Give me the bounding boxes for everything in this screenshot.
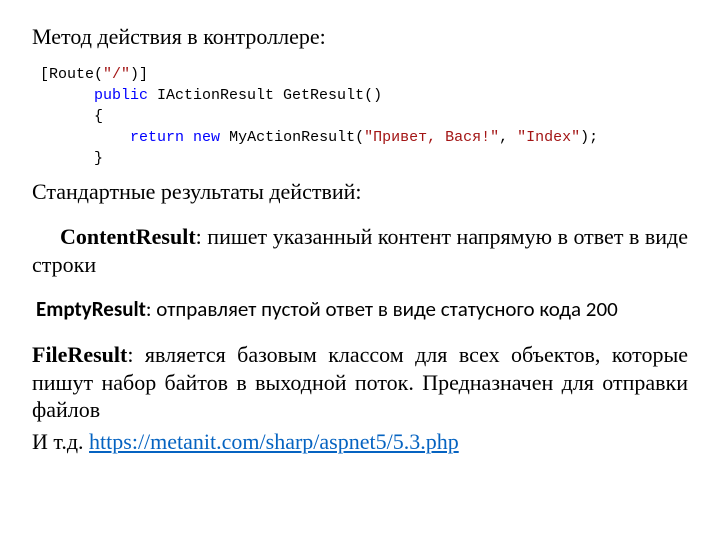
term-empty-result: EmptyResult bbox=[36, 296, 146, 322]
term-content-result: ContentResult bbox=[60, 224, 196, 249]
term-file-result: FileResult bbox=[32, 342, 127, 367]
file-result-text: : является базовым классом для всех объе… bbox=[32, 342, 688, 422]
code-text: } bbox=[40, 150, 103, 167]
etc-prefix: И т.д. bbox=[32, 429, 89, 454]
code-string: "Привет, Вася!" bbox=[364, 129, 499, 146]
code-text: [Route( bbox=[40, 66, 103, 83]
code-text bbox=[184, 129, 193, 146]
code-indent bbox=[40, 87, 94, 104]
etc-line: И т.д. https://metanit.com/sharp/aspnet5… bbox=[32, 428, 688, 456]
empty-result-paragraph: EmptyResult: отправляет пустой ответ в в… bbox=[36, 296, 682, 323]
file-result-paragraph: FileResult: является базовым классом для… bbox=[32, 341, 688, 424]
code-string: "Index" bbox=[517, 129, 580, 146]
code-text: )] bbox=[130, 66, 148, 83]
code-text: IActionResult GetResult() bbox=[148, 87, 382, 104]
code-block: [Route("/")] public IActionResult GetRes… bbox=[40, 64, 688, 169]
code-text: { bbox=[40, 108, 103, 125]
code-keyword: return bbox=[130, 129, 184, 146]
code-string: "/" bbox=[103, 66, 130, 83]
empty-result-text: : отправляет пустой ответ в виде статусн… bbox=[146, 296, 618, 322]
section-heading: Метод действия в контроллере: bbox=[32, 24, 688, 50]
subsection-heading: Стандартные результаты действий: bbox=[32, 179, 688, 205]
code-text: ); bbox=[580, 129, 598, 146]
code-keyword: public bbox=[94, 87, 148, 104]
code-text: MyActionResult( bbox=[220, 129, 364, 146]
content-result-paragraph: ContentResult: пишет указанный контент н… bbox=[32, 223, 688, 278]
code-keyword: new bbox=[193, 129, 220, 146]
code-text: , bbox=[499, 129, 517, 146]
reference-link[interactable]: https://metanit.com/sharp/aspnet5/5.3.ph… bbox=[89, 429, 459, 454]
code-indent bbox=[40, 129, 130, 146]
